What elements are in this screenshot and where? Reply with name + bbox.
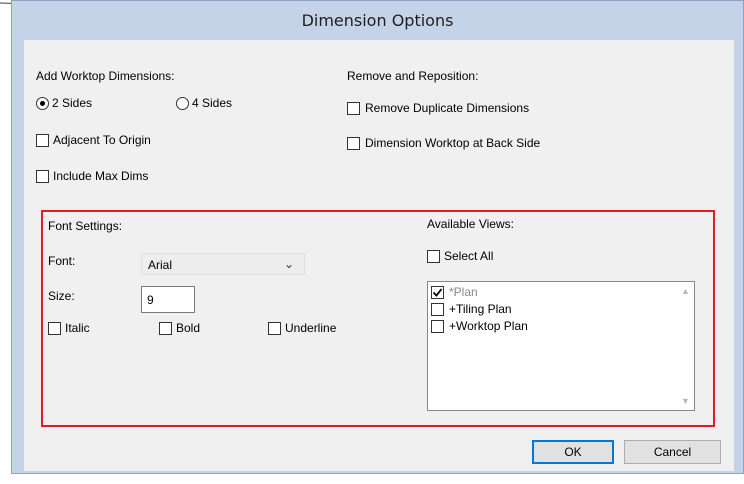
bold-label[interactable]: Bold (176, 321, 200, 335)
two-sides-radio-indicator[interactable] (36, 97, 49, 110)
available-views-heading: Available Views: (427, 217, 514, 231)
view-worktop-plan-label[interactable]: +Worktop Plan (449, 319, 528, 333)
remove-duplicate-dimensions-checkbox[interactable]: Remove Duplicate Dimensions (347, 101, 577, 117)
dimension-back-side-checkbox[interactable]: Dimension Worktop at Back Side (347, 136, 587, 152)
views-scrollbar[interactable]: ▲ ▼ (677, 282, 694, 410)
bold-box[interactable] (159, 322, 172, 335)
chevron-up-icon[interactable]: ▲ (681, 286, 690, 296)
four-sides-radio[interactable]: 4 Sides (176, 96, 256, 112)
chevron-down-icon[interactable]: ▼ (681, 396, 690, 406)
view-tiling-plan-checkbox[interactable] (431, 303, 444, 316)
background-window (0, 0, 11, 484)
font-select-value: Arial (148, 258, 173, 272)
view-tiling-plan-label[interactable]: +Tiling Plan (449, 302, 512, 316)
ok-button[interactable]: OK (532, 440, 614, 464)
adjacent-to-origin-box[interactable] (36, 134, 49, 147)
view-worktop-plan-checkbox[interactable] (431, 320, 444, 333)
underline-label[interactable]: Underline (285, 321, 336, 335)
dialog-title: Dimension Options (301, 11, 454, 30)
include-max-dims-box[interactable] (36, 170, 49, 183)
underline-checkbox[interactable]: Underline (268, 321, 358, 337)
dimension-back-side-box[interactable] (347, 137, 360, 150)
dimension-back-side-label[interactable]: Dimension Worktop at Back Side (365, 136, 540, 150)
italic-label[interactable]: Italic (65, 321, 90, 335)
select-all-box[interactable] (427, 250, 440, 263)
italic-box[interactable] (48, 322, 61, 335)
four-sides-label[interactable]: 4 Sides (192, 96, 232, 110)
font-select[interactable]: Arial ⌄ (141, 253, 305, 275)
size-label: Size: (48, 289, 75, 303)
list-item[interactable]: +Worktop Plan (431, 319, 631, 335)
list-item[interactable]: +Tiling Plan (431, 302, 631, 318)
italic-checkbox[interactable]: Italic (48, 321, 108, 337)
font-label: Font: (48, 254, 76, 268)
view-plan-label[interactable]: *Plan (449, 285, 478, 299)
views-listbox[interactable]: *Plan +Tiling Plan +Worktop Plan ▲ ▼ (427, 281, 695, 411)
dimension-options-dialog: Dimension Options Add Worktop Dimensions… (11, 0, 744, 474)
view-plan-checkbox[interactable] (431, 286, 444, 299)
chevron-down-icon[interactable]: ⌄ (284, 257, 294, 271)
checkmark-icon (432, 288, 443, 297)
two-sides-radio[interactable]: 2 Sides (36, 96, 116, 112)
bold-checkbox[interactable]: Bold (159, 321, 219, 337)
worktop-dimensions-heading: Add Worktop Dimensions: (36, 69, 175, 83)
remove-reposition-heading: Remove and Reposition: (347, 69, 479, 83)
two-sides-label[interactable]: 2 Sides (52, 96, 92, 110)
cancel-button[interactable]: Cancel (624, 440, 721, 464)
four-sides-radio-indicator[interactable] (176, 97, 189, 110)
size-input[interactable]: 9 (141, 286, 195, 313)
underline-box[interactable] (268, 322, 281, 335)
select-all-checkbox[interactable]: Select All (427, 249, 527, 265)
list-item[interactable]: *Plan (431, 285, 631, 301)
font-settings-heading: Font Settings: (48, 219, 123, 233)
remove-duplicate-dimensions-label[interactable]: Remove Duplicate Dimensions (365, 101, 529, 115)
remove-duplicate-dimensions-box[interactable] (347, 102, 360, 115)
adjacent-to-origin-label[interactable]: Adjacent To Origin (53, 133, 151, 147)
include-max-dims-label[interactable]: Include Max Dims (53, 169, 148, 183)
include-max-dims-checkbox[interactable]: Include Max Dims (36, 169, 186, 185)
adjacent-to-origin-checkbox[interactable]: Adjacent To Origin (36, 133, 186, 149)
dialog-client-area: Add Worktop Dimensions: 2 Sides 4 Sides … (24, 40, 734, 471)
select-all-label[interactable]: Select All (444, 249, 493, 263)
